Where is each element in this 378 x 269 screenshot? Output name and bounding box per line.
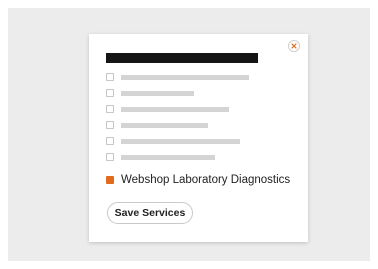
option-checkbox[interactable] (106, 137, 114, 145)
option-label-redacted (121, 122, 208, 128)
close-icon (291, 43, 297, 49)
option-checkbox[interactable] (106, 153, 114, 161)
option-checkbox[interactable] (106, 73, 114, 81)
option-label: Webshop Laboratory Diagnostics (121, 174, 291, 186)
option-label-redacted (121, 74, 249, 80)
option-checkbox[interactable] (106, 121, 114, 129)
service-option[interactable] (106, 151, 215, 163)
service-option[interactable] (106, 135, 240, 147)
option-label-redacted (121, 106, 229, 112)
option-checkbox[interactable] (106, 105, 114, 113)
save-services-button[interactable]: Save Services (107, 202, 193, 224)
option-label-redacted (121, 90, 194, 96)
service-option[interactable] (106, 119, 208, 131)
service-option[interactable] (106, 103, 229, 115)
service-option[interactable] (106, 87, 194, 99)
option-label-redacted (121, 138, 240, 144)
dialog-title-redacted (106, 53, 258, 63)
option-label-redacted (121, 154, 215, 160)
close-button[interactable] (288, 40, 300, 52)
option-checkbox[interactable] (106, 89, 114, 97)
services-dialog: Webshop Laboratory Diagnostics Save Serv… (89, 34, 308, 242)
option-checkbox-checked[interactable] (106, 176, 114, 184)
service-option[interactable] (106, 71, 249, 83)
service-option-webshop[interactable]: Webshop Laboratory Diagnostics (106, 172, 290, 188)
